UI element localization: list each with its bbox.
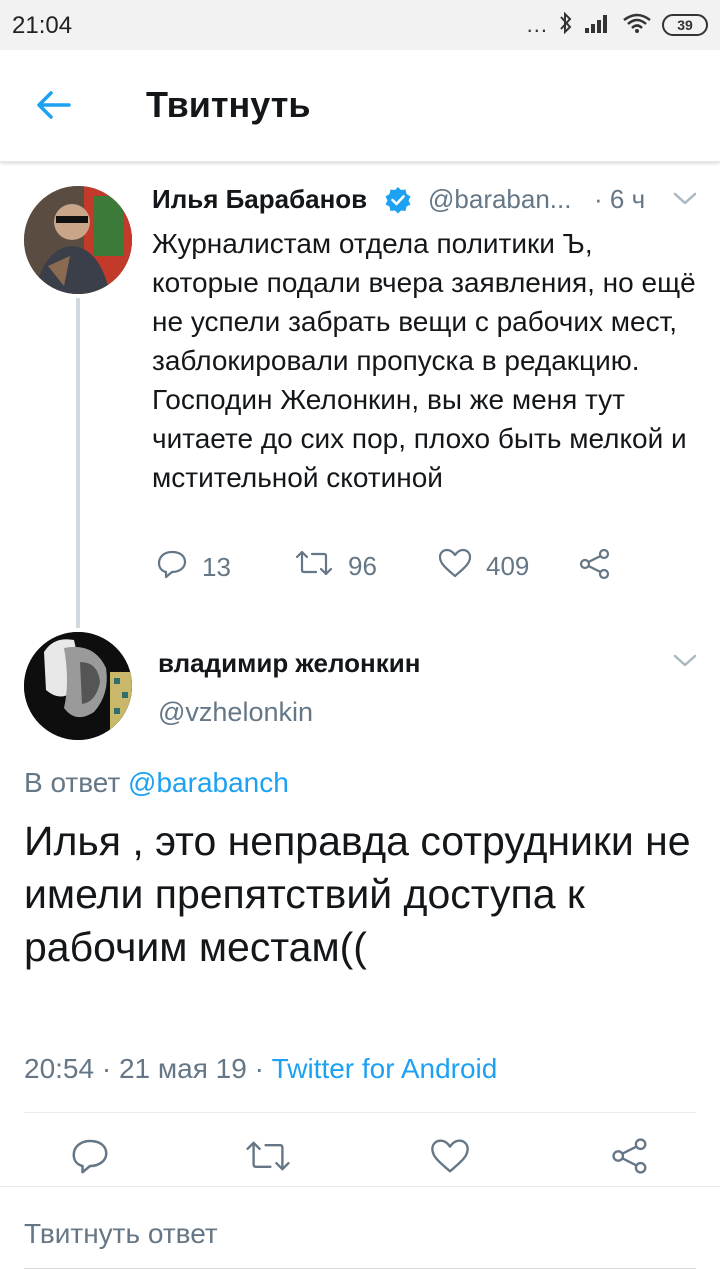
tweet-timestamp: 20:54 · 21 мая 19 · [24,1053,264,1084]
avatar-parent-author[interactable] [24,186,132,294]
reply-count: 13 [202,552,231,582]
like-button[interactable] [428,1136,472,1180]
arrow-left-icon [35,90,71,125]
share-button[interactable] [578,548,612,587]
share-icon [578,548,612,587]
divider [24,1112,696,1113]
reply-button[interactable]: 13 [156,548,231,587]
main-author-name[interactable]: владимир желонкин [158,648,420,679]
verified-badge-icon [384,186,412,219]
thread-line [76,298,80,628]
reply-icon [156,548,188,587]
battery-icon: 39 [662,14,708,36]
parent-author-handle[interactable]: @baraban... [428,184,571,215]
main-tweet-actions [0,1136,720,1186]
signal-icon [584,12,612,39]
back-button[interactable] [28,82,78,132]
wifi-icon [622,12,652,39]
divider [0,1186,720,1187]
chevron-down-icon[interactable] [672,652,698,675]
retweet-icon [244,1138,292,1179]
page-title: Твитнуть [146,84,311,125]
heart-icon [430,1138,470,1179]
share-button[interactable] [608,1136,652,1180]
tweet-source-link[interactable]: Twitter for Android [272,1053,498,1084]
reply-input-underline [24,1268,696,1269]
reply-icon [70,1136,110,1181]
main-tweet-text: Илья , это неправда сотрудники не имели … [24,818,691,970]
replying-to: В ответ @barabanch [24,767,289,799]
chevron-down-icon[interactable] [672,190,698,213]
heart-icon [438,548,472,585]
status-icons: ... 39 [527,10,708,40]
top-app-bar: Твитнуть [0,50,720,162]
status-time: 21:04 [12,12,73,39]
main-author-handle[interactable]: @vzhelonkin [158,697,313,728]
parent-author-name[interactable]: Илья Барабанов [152,184,367,215]
signal-dots: ... [526,12,548,37]
reply-to-link[interactable]: @barabanch [128,767,289,798]
retweet-count: 96 [348,551,377,581]
parent-tweet-text: Журналистам отдела политики Ъ, которые п… [152,228,696,493]
status-bar: 21:04 ... 39 [0,0,720,50]
retweet-button[interactable] [246,1136,290,1180]
share-icon [610,1137,650,1180]
retweet-button[interactable]: 96 [294,548,377,585]
tweet-meta: 20:54 · 21 мая 19 · Twitter for Android [24,1053,497,1085]
like-count: 409 [486,551,530,581]
like-button[interactable]: 409 [438,548,529,585]
bluetooth-icon [558,11,574,40]
parent-tweet-time: · 6 ч [594,184,646,214]
reply-input[interactable]: Твитнуть ответ [24,1218,218,1250]
retweet-icon [294,548,334,585]
reply-button[interactable] [68,1136,112,1180]
avatar-main-author[interactable] [24,632,132,740]
reply-prefix: В ответ [24,767,121,798]
